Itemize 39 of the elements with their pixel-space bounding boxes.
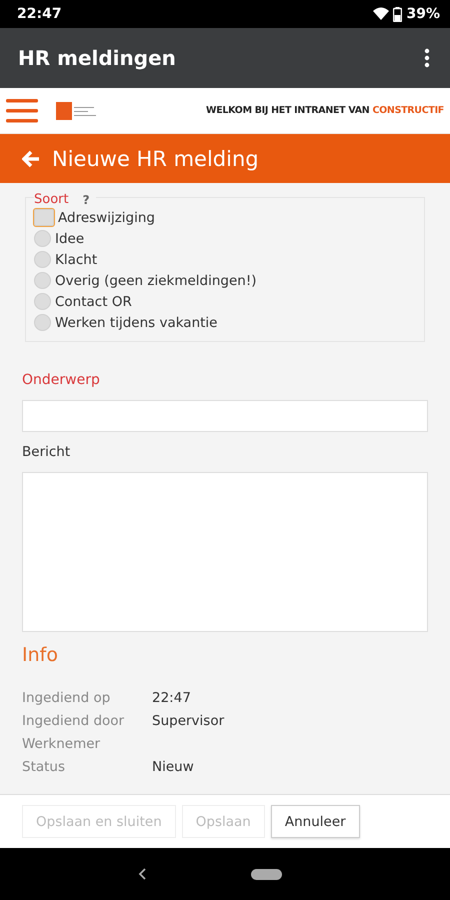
menu-icon[interactable] — [6, 98, 38, 124]
wifi-icon — [373, 7, 390, 21]
radio-button[interactable] — [34, 272, 51, 289]
info-label: Ingediend door — [22, 712, 126, 728]
radio-button[interactable] — [34, 230, 51, 247]
info-label: Status — [22, 758, 66, 774]
info-value: Nieuw — [152, 758, 194, 774]
message-field[interactable] — [22, 472, 428, 632]
radio-button[interactable] — [34, 314, 51, 331]
status-time: 22:47 — [17, 6, 62, 22]
radio-label[interactable]: Contact OR — [55, 294, 132, 310]
field-label: Onderwerp — [22, 372, 101, 388]
home-pill[interactable] — [251, 868, 282, 880]
app-title: HR meldingen — [18, 46, 176, 70]
back-icon[interactable] — [138, 868, 146, 880]
radio-button[interactable] — [34, 293, 51, 310]
field-label: Soort — [34, 192, 69, 207]
radio-button[interactable] — [34, 251, 51, 268]
welcome-text: WELKOM BIJ HET INTRANET VAN CONSTRUCTIF — [206, 105, 444, 116]
info-value: 22:47 — [152, 690, 191, 706]
radio-button[interactable] — [34, 209, 54, 226]
radio-label[interactable]: Werken tijdens vakantie — [55, 314, 218, 330]
form-button[interactable]: Annuleer — [270, 805, 360, 838]
field-label: Bericht — [22, 444, 72, 460]
help-mark[interactable]: ? — [82, 193, 90, 207]
info-value: Supervisor — [152, 712, 224, 728]
battery-icon — [393, 6, 402, 22]
section-title: Info — [22, 644, 59, 666]
info-label: Ingediend op — [22, 690, 112, 706]
back-arrow-icon[interactable] — [22, 150, 40, 168]
radio-label[interactable]: Klacht — [55, 252, 98, 268]
info-label: Werknemer — [22, 736, 102, 752]
radio-label[interactable]: Overig (geen ziekmeldingen!) — [55, 272, 257, 288]
more-icon[interactable] — [424, 48, 430, 68]
subject-field[interactable] — [22, 400, 428, 432]
page-title: Nieuwe HR melding — [52, 146, 259, 170]
battery-level: 39% — [406, 6, 440, 22]
radio-label[interactable]: Idee — [55, 230, 84, 246]
radio-label[interactable]: Adreswijziging — [58, 210, 155, 226]
